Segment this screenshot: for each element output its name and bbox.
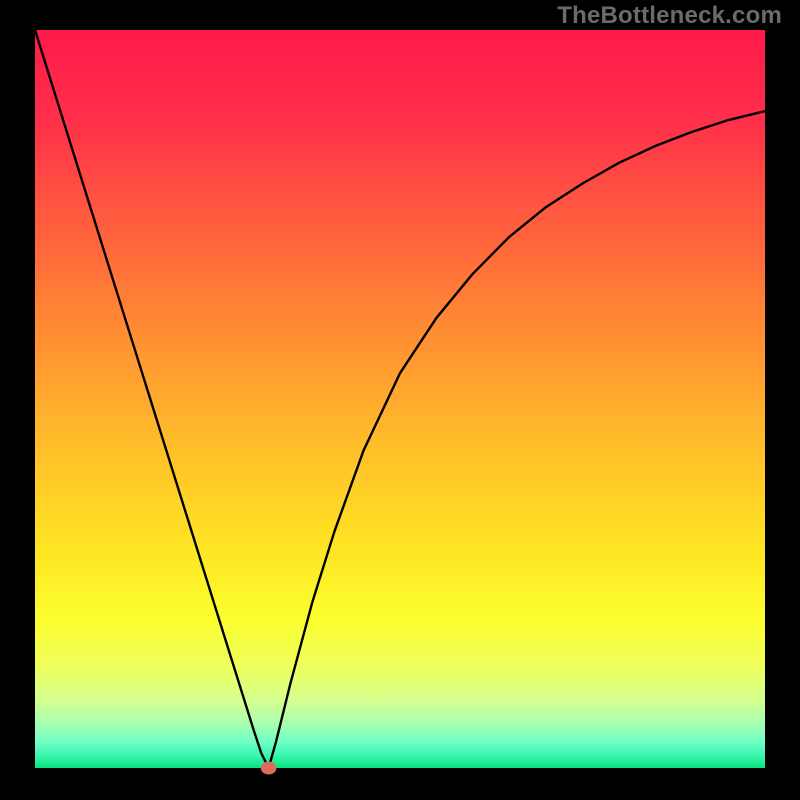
optimal-point-marker: [261, 762, 277, 775]
chart-canvas: [0, 0, 800, 800]
bottleneck-chart: TheBottleneck.com: [0, 0, 800, 800]
chart-gradient-bg: [35, 30, 765, 768]
